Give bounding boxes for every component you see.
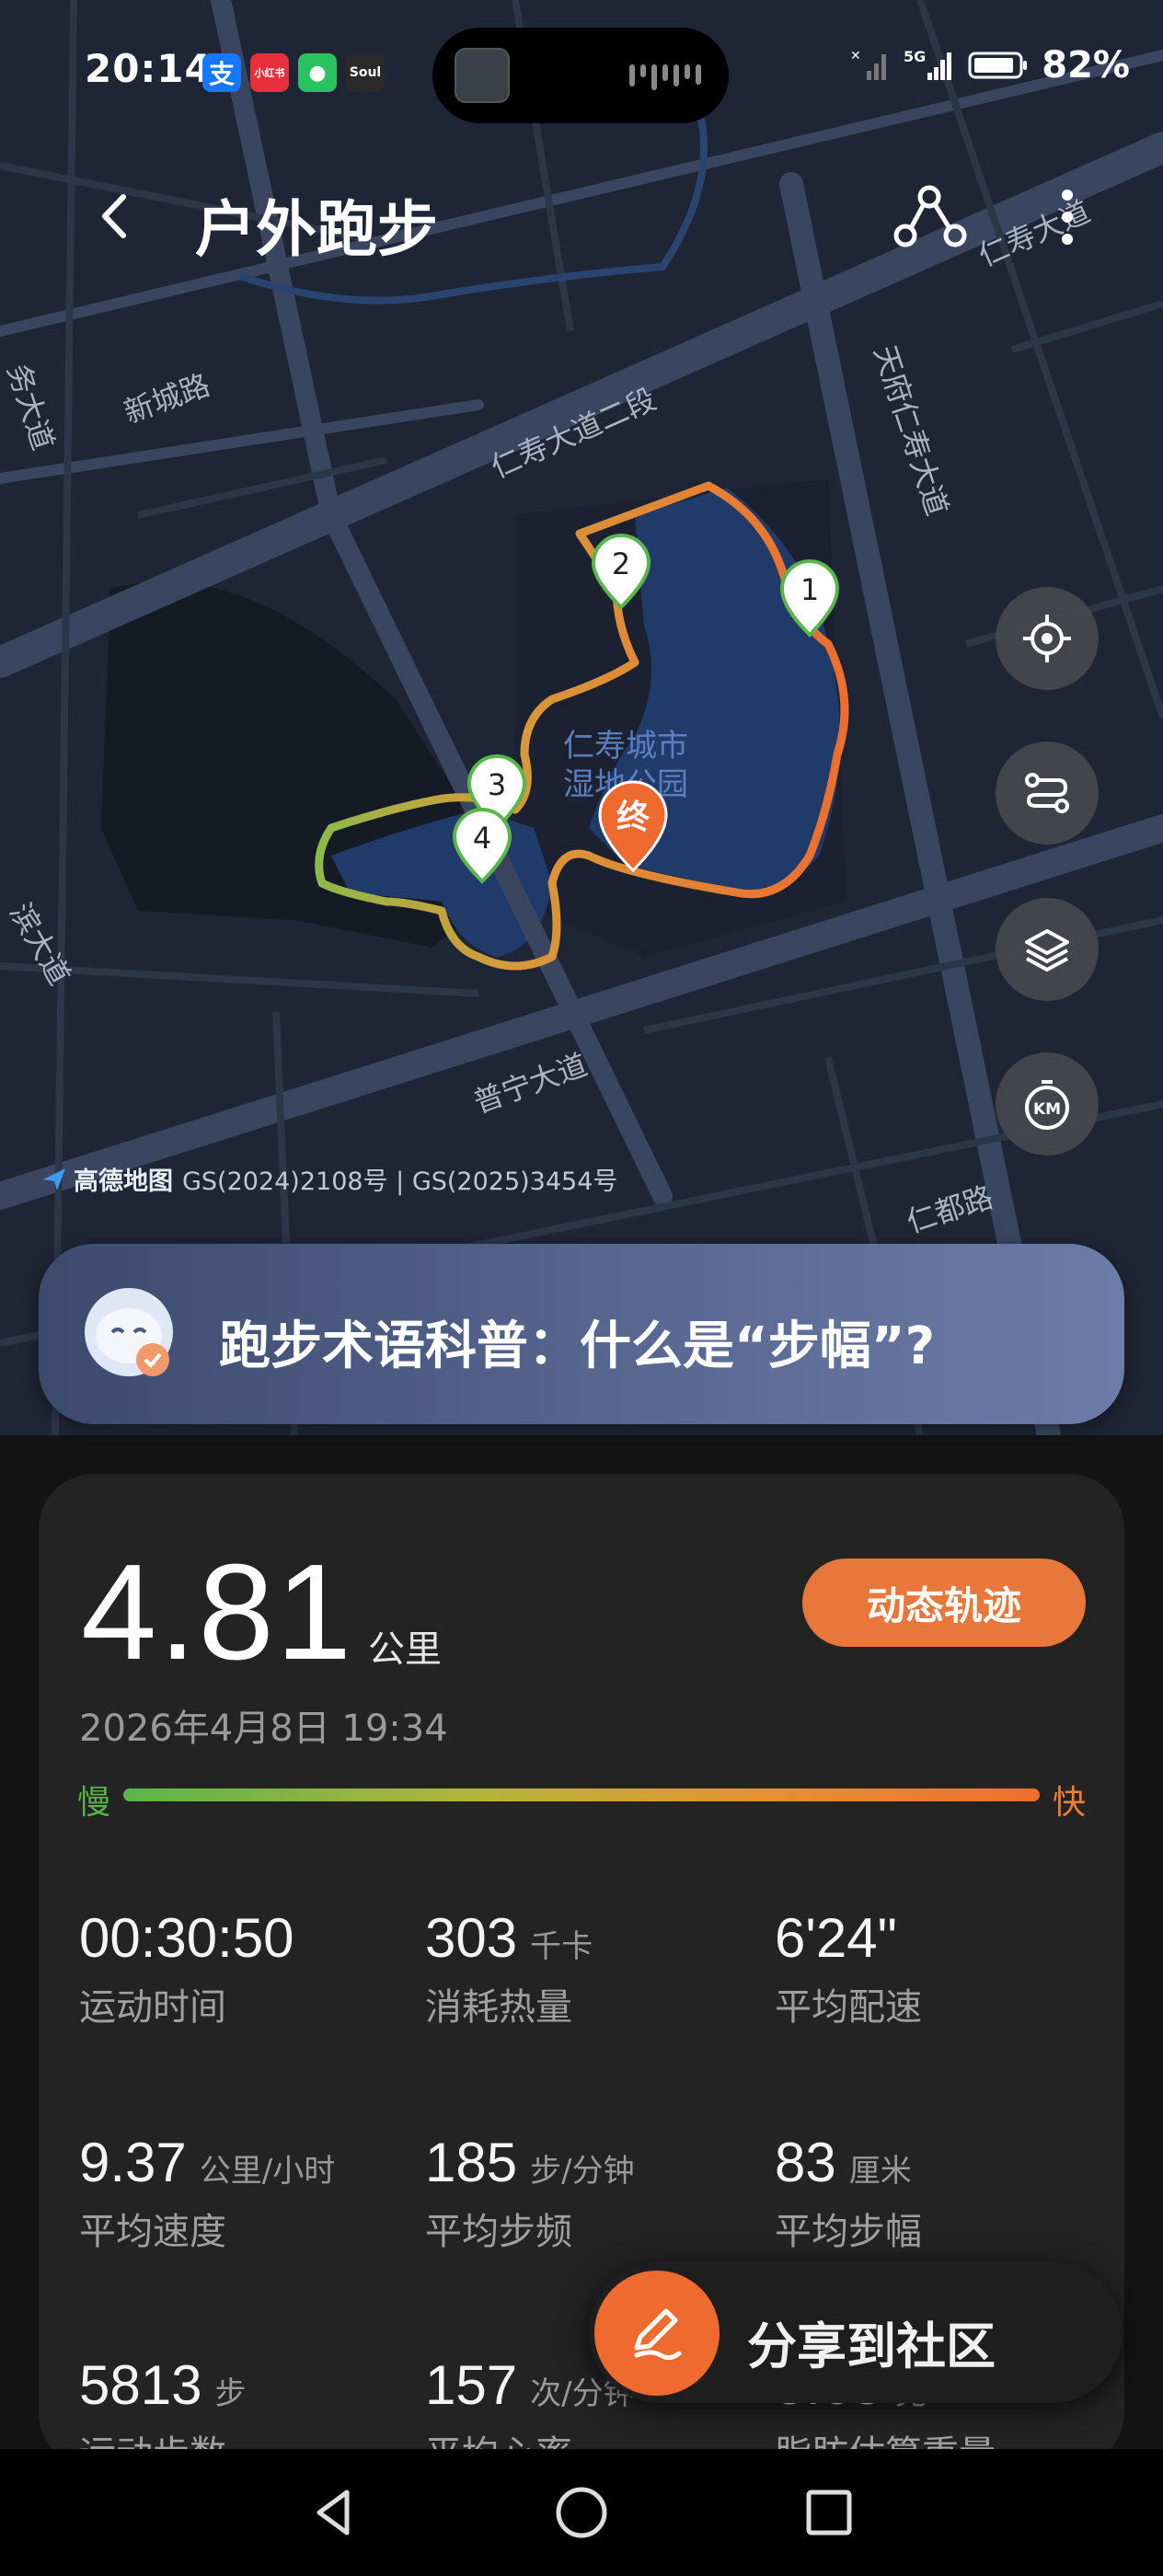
signal-off-icon: ✕ — [850, 49, 887, 80]
pen-icon — [594, 2271, 720, 2396]
stat-avg-pace: 6'24" 平均配速 — [775, 1907, 922, 2029]
amap-icon — [43, 1167, 65, 1190]
audio-wave-icon — [629, 64, 701, 90]
share-to-community-button[interactable]: 分享到社区 — [589, 2261, 1123, 2403]
workout-date: 2026年4月8日 19:34 — [79, 1708, 448, 1750]
stat-calories: 303 千卡 消耗热量 — [425, 1907, 593, 2029]
status-time: 20:14 — [85, 46, 213, 91]
map-license-text: GS(2024)2108号 | GS(2025)3454号 — [182, 1167, 618, 1196]
wechat-icon: ● — [298, 53, 337, 92]
svg-text:✕: ✕ — [850, 49, 861, 63]
alipay-icon: 支 — [202, 53, 241, 92]
svg-text:终: 终 — [616, 799, 651, 836]
km-icon: KM — [1025, 1080, 1069, 1130]
locate-button[interactable] — [996, 587, 1099, 690]
layers-button[interactable] — [996, 898, 1099, 1001]
svg-text:2: 2 — [612, 546, 630, 581]
xiaohongshu-icon: 小红书 — [250, 53, 289, 92]
locate-icon — [1023, 615, 1071, 662]
svg-text:3: 3 — [488, 767, 506, 802]
stat-duration: 00:30:50 运动时间 — [79, 1907, 294, 2029]
layers-icon — [1025, 929, 1069, 972]
svg-text:4: 4 — [473, 821, 491, 856]
map-attribution: 高德地图 GS(2024)2108号 | GS(2025)3454号 — [40, 1161, 617, 1197]
route-map[interactable]: 仁寿大道二段 仁寿大道 新城路 天府仁寿大道 普宁大道 仁都路 务大道 滨大道 … — [0, 0, 1163, 1435]
stat-stride: 83 厘米 平均步幅 — [775, 2132, 922, 2253]
pace-slow-label: 慢 — [77, 1784, 111, 1822]
system-nav-bar — [0, 2449, 1163, 2576]
pace-fast-label: 快 — [1053, 1784, 1087, 1822]
status-bar: 20:14 支 小红书 ● Soul ✕ 5G 82% — [0, 0, 1163, 138]
route-style-button[interactable] — [996, 742, 1099, 845]
back-icon[interactable] — [83, 184, 147, 248]
status-right: ✕ 5G 82% — [850, 44, 1130, 86]
nav-recents-icon[interactable] — [788, 2471, 870, 2554]
battery-icon — [968, 52, 1028, 79]
share-label: 分享到社区 — [747, 2317, 996, 2375]
assistant-avatar-icon — [85, 1288, 173, 1376]
media-thumbnail — [455, 48, 510, 103]
signal-5g-icon: 5G — [904, 48, 952, 80]
pace-gradient-bar — [123, 1788, 1040, 1801]
nav-home-icon[interactable] — [540, 2471, 623, 2554]
amap-logo: 高德地图 — [40, 1161, 173, 1197]
park-name-line1: 仁寿城市 — [563, 728, 688, 765]
running-tip-banner[interactable]: 跑步术语科普：什么是“步幅”? — [39, 1244, 1124, 1424]
more-options-icon[interactable] — [1040, 178, 1095, 256]
route-style-icon — [1025, 773, 1069, 813]
page-title: 户外跑步 — [195, 194, 438, 265]
stat-cadence: 185 步/分钟 平均步频 — [425, 2132, 635, 2253]
distance-value: 4.81 — [81, 1536, 354, 1688]
header: 户外跑步 — [0, 166, 1163, 267]
distance-unit: 公里 — [368, 1628, 442, 1671]
svg-text:KM: KM — [1033, 1100, 1061, 1119]
dynamic-track-button[interactable]: 动态轨迹 — [802, 1558, 1086, 1647]
route-share-icon[interactable] — [891, 178, 968, 256]
stat-avg-speed: 9.37 公里/小时 平均速度 — [79, 2132, 336, 2253]
battery-percent: 82% — [1042, 44, 1130, 86]
svg-text:5G: 5G — [904, 48, 926, 65]
dynamic-island[interactable] — [432, 28, 729, 123]
km-button[interactable]: KM — [996, 1052, 1099, 1156]
tip-text: 跑步术语科普：什么是“步幅”? — [219, 1317, 936, 1376]
nav-back-icon[interactable] — [293, 2471, 375, 2554]
soul-icon: Soul — [346, 53, 385, 92]
svg-text:1: 1 — [800, 572, 819, 607]
